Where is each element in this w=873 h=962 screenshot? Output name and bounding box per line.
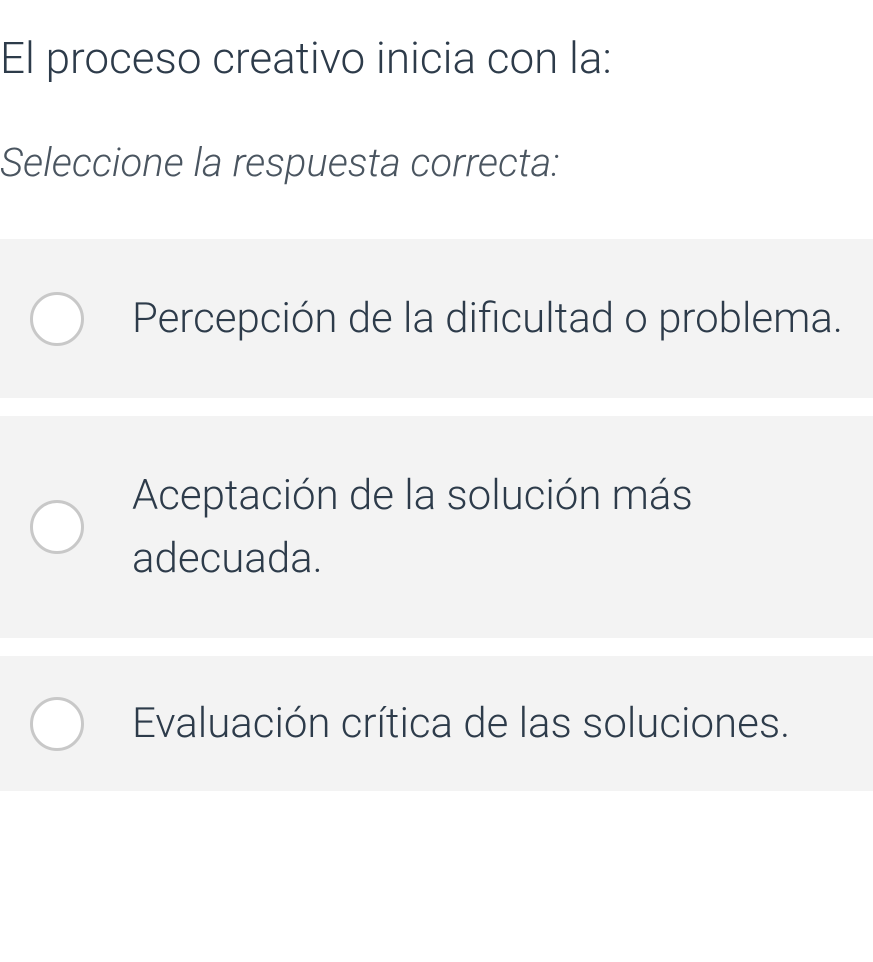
option-label-3: Evaluación crítica de las soluciones. [132,692,790,755]
option-item-3[interactable]: Evaluación crítica de las soluciones. [0,656,873,791]
option-item-2[interactable]: Aceptación de la solución más adecuada. [0,416,873,638]
question-text: El proceso creativo inicia con la: [0,0,873,87]
radio-button-1[interactable] [30,292,84,346]
radio-button-2[interactable] [30,500,84,554]
instruction-text: Seleccione la respuesta correcta: [0,87,873,239]
option-label-2: Aceptación de la solución más adecuada. [132,464,843,590]
options-container: Percepción de la dificultad o problema. … [0,239,873,791]
option-label-1: Percepción de la dificultad o problema. [132,287,843,350]
option-item-1[interactable]: Percepción de la dificultad o problema. [0,239,873,398]
radio-button-3[interactable] [30,697,84,751]
